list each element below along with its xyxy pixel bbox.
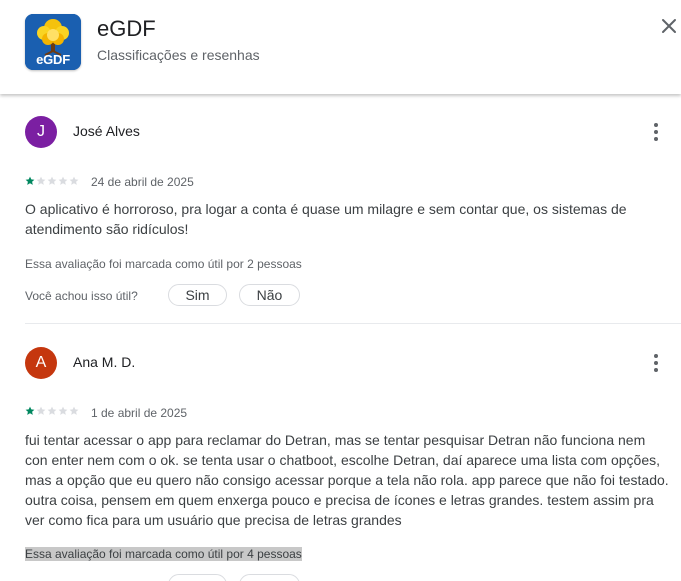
helpful-count: Essa avaliação foi marcada como útil por… <box>25 547 302 561</box>
star-empty-icon <box>47 176 57 185</box>
star-rating <box>25 406 79 416</box>
review-author: José Alves <box>73 123 140 139</box>
more-options-button[interactable] <box>644 351 668 375</box>
avatar-letter: J <box>37 123 45 140</box>
star-empty-icon <box>69 406 79 415</box>
star-filled-icon <box>25 406 35 415</box>
review-date: 1 de abril de 2025 <box>91 406 188 420</box>
review-author: Ana M. D. <box>73 354 136 370</box>
star-empty-icon <box>36 406 46 415</box>
more-options-button[interactable] <box>644 120 668 144</box>
avatar: A <box>25 347 57 379</box>
more-vert-icon <box>654 354 658 372</box>
reviews-list[interactable]: J José Alves 24 de abril de 2025 O aplic… <box>0 94 681 581</box>
review-divider <box>25 323 681 324</box>
star-empty-icon <box>47 406 57 415</box>
star-empty-icon <box>36 176 46 185</box>
helpful-yes-button[interactable]: Sim <box>168 284 227 306</box>
star-empty-icon <box>69 176 79 185</box>
review-date: 24 de abril de 2025 <box>91 175 194 189</box>
avatar-letter: A <box>35 354 47 371</box>
app-title: eGDF <box>97 16 156 41</box>
helpful-question: Você achou isso útil? <box>25 289 138 303</box>
star-empty-icon <box>58 176 68 185</box>
dialog-header: eGDF eGDF Classificações e resenhas <box>0 0 681 94</box>
more-vert-icon <box>654 123 658 141</box>
avatar: J <box>25 116 57 148</box>
star-empty-icon <box>58 406 68 415</box>
helpful-no-button[interactable] <box>239 574 300 581</box>
review-text: O aplicativo é horroroso, pra logar a co… <box>25 201 627 237</box>
helpful-yes-button[interactable] <box>168 574 227 581</box>
dialog-subtitle: Classificações e resenhas <box>97 47 260 63</box>
helpful-no-button[interactable]: Não <box>239 284 300 306</box>
helpful-count: Essa avaliação foi marcada como útil por… <box>25 257 302 271</box>
close-icon <box>662 19 676 33</box>
close-button[interactable] <box>655 12 681 40</box>
app-icon: eGDF <box>25 14 81 70</box>
app-icon-label: eGDF <box>36 52 70 67</box>
review-text: fui tentar acessar o app para reclamar d… <box>25 432 669 528</box>
star-filled-icon <box>25 176 35 185</box>
star-rating <box>25 176 79 186</box>
